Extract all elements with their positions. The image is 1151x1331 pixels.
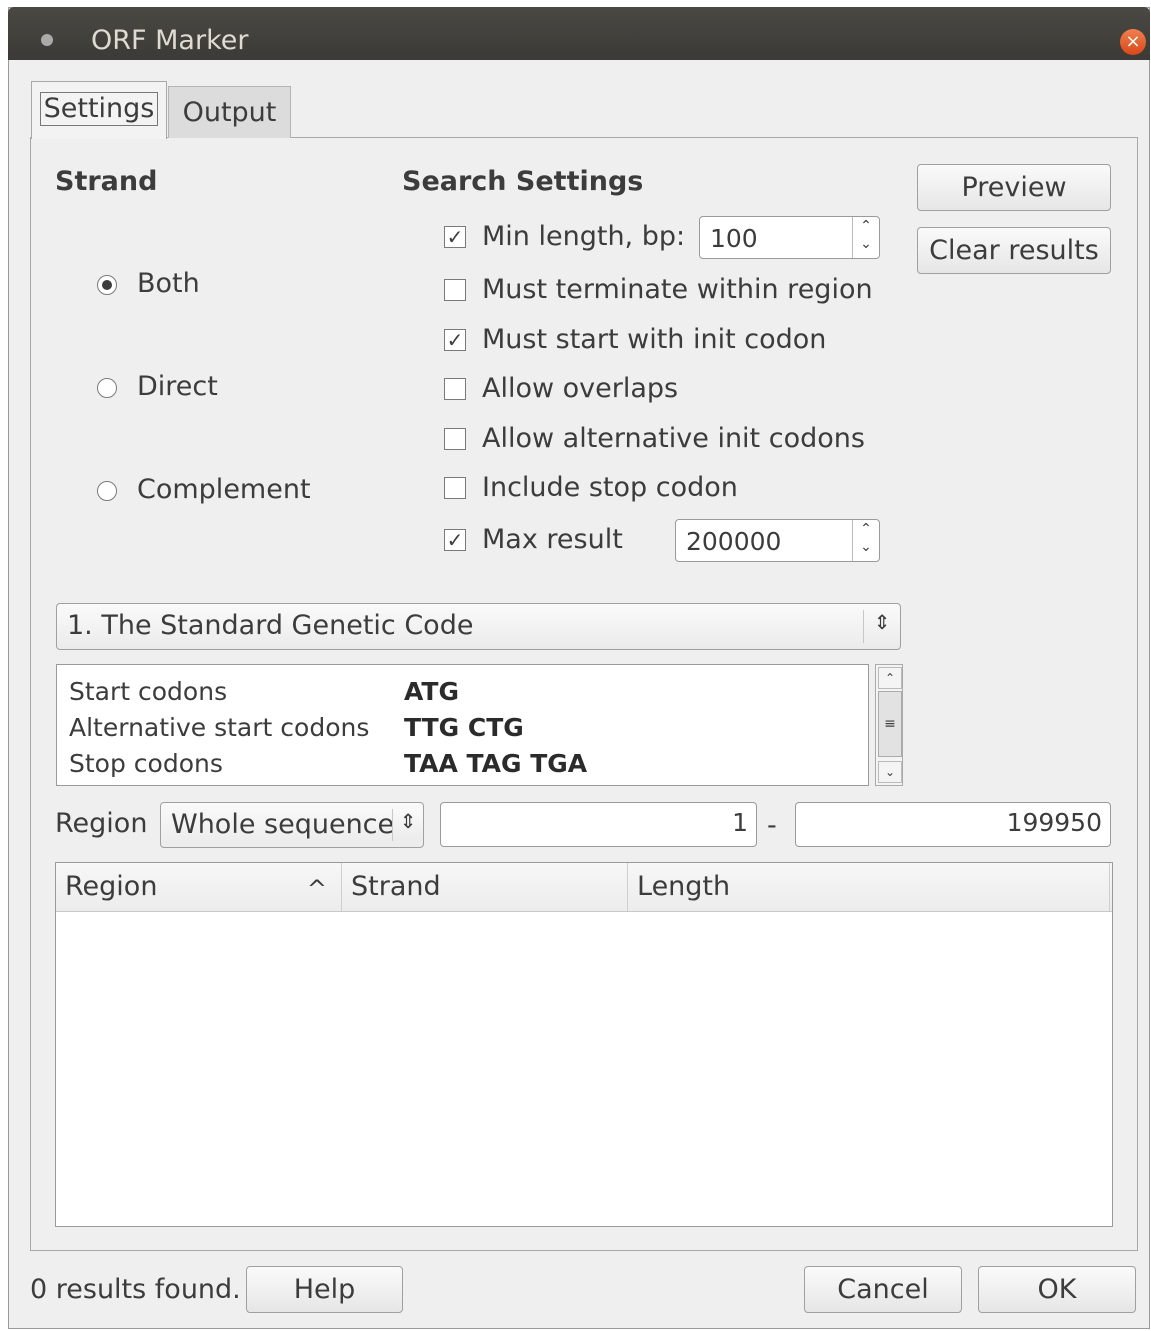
- cancel-button[interactable]: Cancel: [804, 1266, 962, 1313]
- allow-overlaps-checkbox[interactable]: [444, 378, 466, 400]
- allow-alt-init-checkbox[interactable]: [444, 428, 466, 450]
- window-title: ORF Marker: [91, 25, 249, 56]
- scroll-up-icon[interactable]: ⌃: [878, 667, 902, 689]
- close-icon[interactable]: ×: [1120, 29, 1146, 55]
- genetic-code-select[interactable]: 1. The Standard Genetic Code ⇕: [56, 603, 901, 650]
- column-strand-header[interactable]: Strand: [342, 863, 628, 911]
- help-button[interactable]: Help: [246, 1266, 403, 1313]
- max-result-checkbox[interactable]: ✓: [444, 529, 466, 551]
- strand-both-label: Both: [137, 268, 200, 299]
- column-length-header[interactable]: Length: [628, 863, 1110, 911]
- strand-both-radio[interactable]: [97, 275, 117, 295]
- genetic-code-value: 1. The Standard Genetic Code: [67, 610, 474, 641]
- scroll-thumb[interactable]: ≡: [878, 691, 902, 757]
- start-codons-value: ATG: [404, 677, 459, 706]
- must-start-label: Must start with init codon: [482, 324, 827, 355]
- region-separator: -: [767, 810, 777, 841]
- min-length-value: 100: [710, 224, 758, 253]
- spin-arrows-icon[interactable]: ⌃ ⌄: [852, 217, 879, 258]
- tab-settings[interactable]: Settings: [31, 81, 167, 139]
- strand-heading: Strand: [55, 166, 158, 197]
- stop-codons-value: TAA TAG TGA: [404, 749, 588, 778]
- stop-codons-label: Stop codons: [69, 749, 223, 778]
- combo-arrows-icon: ⇕: [863, 610, 900, 643]
- clear-results-button[interactable]: Clear results: [917, 227, 1111, 274]
- preview-button[interactable]: Preview: [917, 164, 1111, 211]
- table-header: Region ^ Strand Length: [56, 863, 1112, 912]
- region-mode-select[interactable]: Whole sequence ⇕: [160, 802, 424, 848]
- region-mode-value: Whole sequence: [171, 809, 395, 840]
- must-start-checkbox[interactable]: ✓: [444, 329, 466, 351]
- min-length-label: Min length, bp:: [482, 221, 686, 252]
- codon-scrollbar[interactable]: ⌃ ≡ ⌄: [875, 664, 903, 786]
- include-stop-label: Include stop codon: [482, 472, 738, 503]
- region-end-input[interactable]: 199950: [795, 802, 1111, 847]
- sort-ascending-icon: ^: [306, 875, 327, 903]
- ok-button[interactable]: OK: [978, 1266, 1136, 1313]
- must-terminate-checkbox[interactable]: [444, 279, 466, 301]
- spin-arrows-icon[interactable]: ⌃ ⌄: [852, 520, 879, 561]
- tab-output[interactable]: Output: [168, 86, 291, 138]
- allow-alt-init-label: Allow alternative init codons: [482, 423, 865, 454]
- strand-complement-label: Complement: [137, 474, 311, 505]
- combo-arrows-icon: ⇕: [392, 809, 423, 841]
- window-menu-icon[interactable]: [41, 34, 53, 46]
- max-result-spinbox[interactable]: 200000 ⌃ ⌄: [675, 519, 880, 562]
- column-region-label: Region: [65, 871, 158, 902]
- alt-start-codons-label: Alternative start codons: [69, 713, 370, 742]
- region-start-input[interactable]: 1: [440, 802, 757, 847]
- strand-direct-radio[interactable]: [97, 378, 117, 398]
- scroll-down-icon[interactable]: ⌄: [878, 761, 902, 783]
- must-terminate-label: Must terminate within region: [482, 274, 873, 305]
- strand-direct-label: Direct: [137, 371, 218, 402]
- allow-overlaps-label: Allow overlaps: [482, 373, 679, 404]
- status-text: 0 results found.: [30, 1274, 241, 1305]
- search-settings-heading: Search Settings: [402, 166, 644, 197]
- min-length-spinbox[interactable]: 100 ⌃ ⌄: [699, 216, 880, 259]
- start-codons-label: Start codons: [69, 677, 228, 706]
- results-table[interactable]: Region ^ Strand Length: [55, 862, 1113, 1227]
- max-result-value: 200000: [686, 527, 782, 556]
- max-result-label: Max result: [482, 524, 623, 555]
- min-length-checkbox[interactable]: ✓: [444, 226, 466, 248]
- strand-complement-radio[interactable]: [97, 481, 117, 501]
- region-label: Region: [55, 808, 148, 839]
- column-region-header[interactable]: Region ^: [56, 863, 342, 911]
- include-stop-checkbox[interactable]: [444, 477, 466, 499]
- alt-start-codons-value: TTG CTG: [404, 713, 524, 742]
- codon-info-box: Start codons ATG Alternative start codon…: [56, 664, 869, 786]
- title-bar[interactable]: ORF Marker ×: [8, 7, 1150, 60]
- tab-settings-label: Settings: [39, 92, 159, 126]
